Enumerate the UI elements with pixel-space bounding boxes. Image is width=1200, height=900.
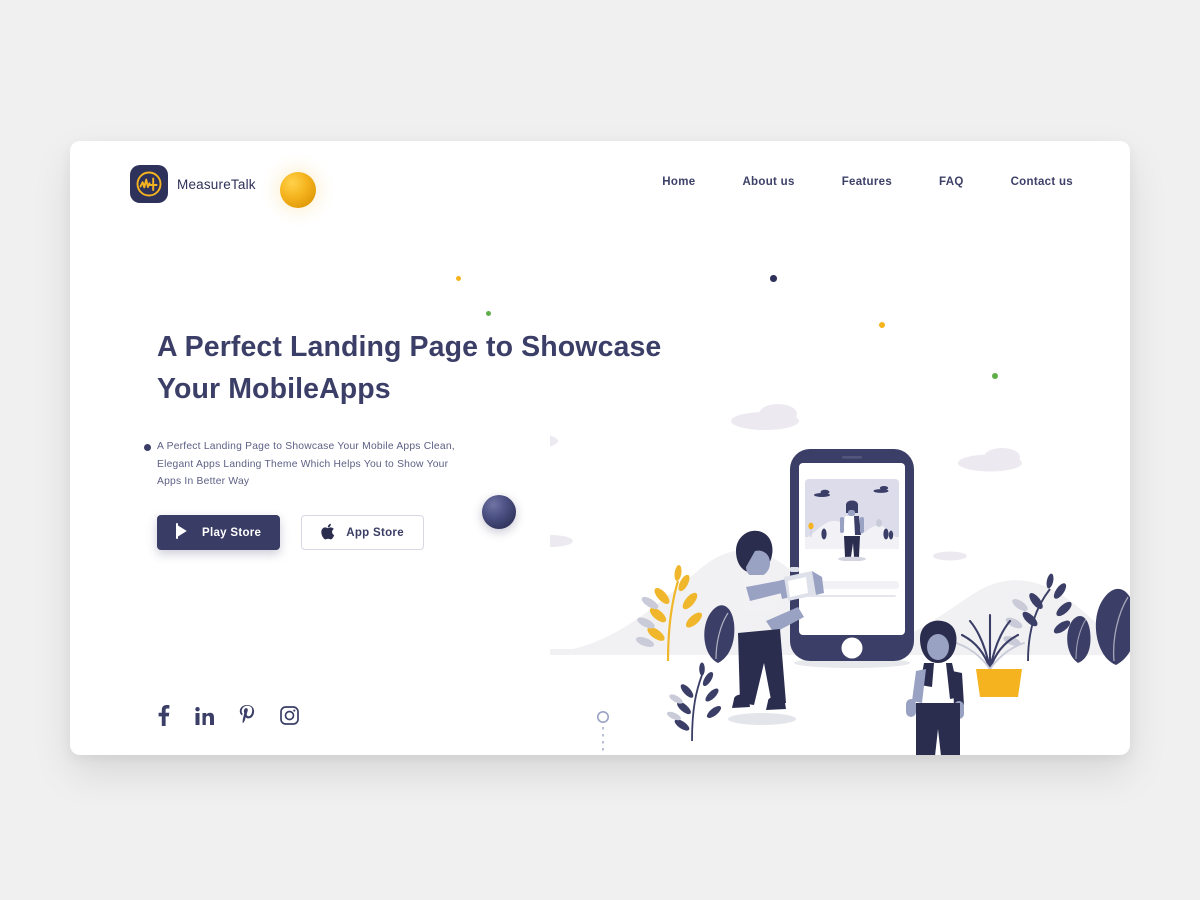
app-store-button[interactable]: App Store (301, 515, 424, 550)
social-links (157, 705, 299, 731)
main-navigation: Home About us Features FAQ Contact us (662, 176, 1073, 188)
instagram-icon[interactable] (280, 706, 299, 730)
brand-logo[interactable]: MeasureTalk (130, 165, 256, 203)
body-line-1: A Perfect Landing Page to Showcase Your … (157, 441, 421, 452)
scroll-down-indicator[interactable] (595, 709, 611, 755)
leaf-branch-lower-left (667, 662, 722, 742)
brand-name: MeasureTalk (177, 176, 256, 192)
nav-item-about-us[interactable]: About us (742, 176, 794, 188)
linkedin-icon[interactable] (195, 706, 214, 730)
play-store-button[interactable]: Play Store (157, 515, 281, 550)
pinterest-icon[interactable] (239, 705, 255, 731)
cta-button-row: Play Store App Store (157, 515, 424, 550)
nav-item-contact-us[interactable]: Contact us (1011, 176, 1073, 188)
accent-dot-gold-1 (456, 276, 461, 281)
accent-dot-navy-1 (770, 275, 777, 282)
hero-description: A Perfect Landing Page to Showcase Your … (157, 438, 457, 491)
measuretalk-logo-icon (130, 165, 168, 203)
navy-sphere (482, 495, 516, 529)
landing-page-card: MeasureTalk Home About us Features FAQ C… (70, 141, 1130, 755)
bullet-dot (144, 444, 151, 451)
nav-item-features[interactable]: Features (842, 176, 892, 188)
screenshot-stage: MeasureTalk Home About us Features FAQ C… (0, 0, 1200, 900)
site-header: MeasureTalk Home About us Features FAQ C… (70, 141, 1130, 231)
facebook-icon[interactable] (157, 705, 170, 731)
smartphone-mockup (790, 449, 914, 668)
accent-dot-green-2 (992, 373, 998, 379)
apple-icon (321, 523, 335, 543)
nav-item-faq[interactable]: FAQ (939, 176, 964, 188)
google-play-icon (176, 523, 191, 542)
headline-line-2: Your MobileApps (157, 373, 391, 405)
accent-dot-green-1 (486, 311, 491, 316)
app-store-label: App Store (346, 526, 404, 539)
play-store-label: Play Store (202, 526, 262, 539)
hero-illustration (498, 251, 1130, 755)
accent-dot-gold-2 (879, 322, 885, 328)
gold-sphere (280, 172, 316, 208)
nav-item-home[interactable]: Home (662, 176, 695, 188)
